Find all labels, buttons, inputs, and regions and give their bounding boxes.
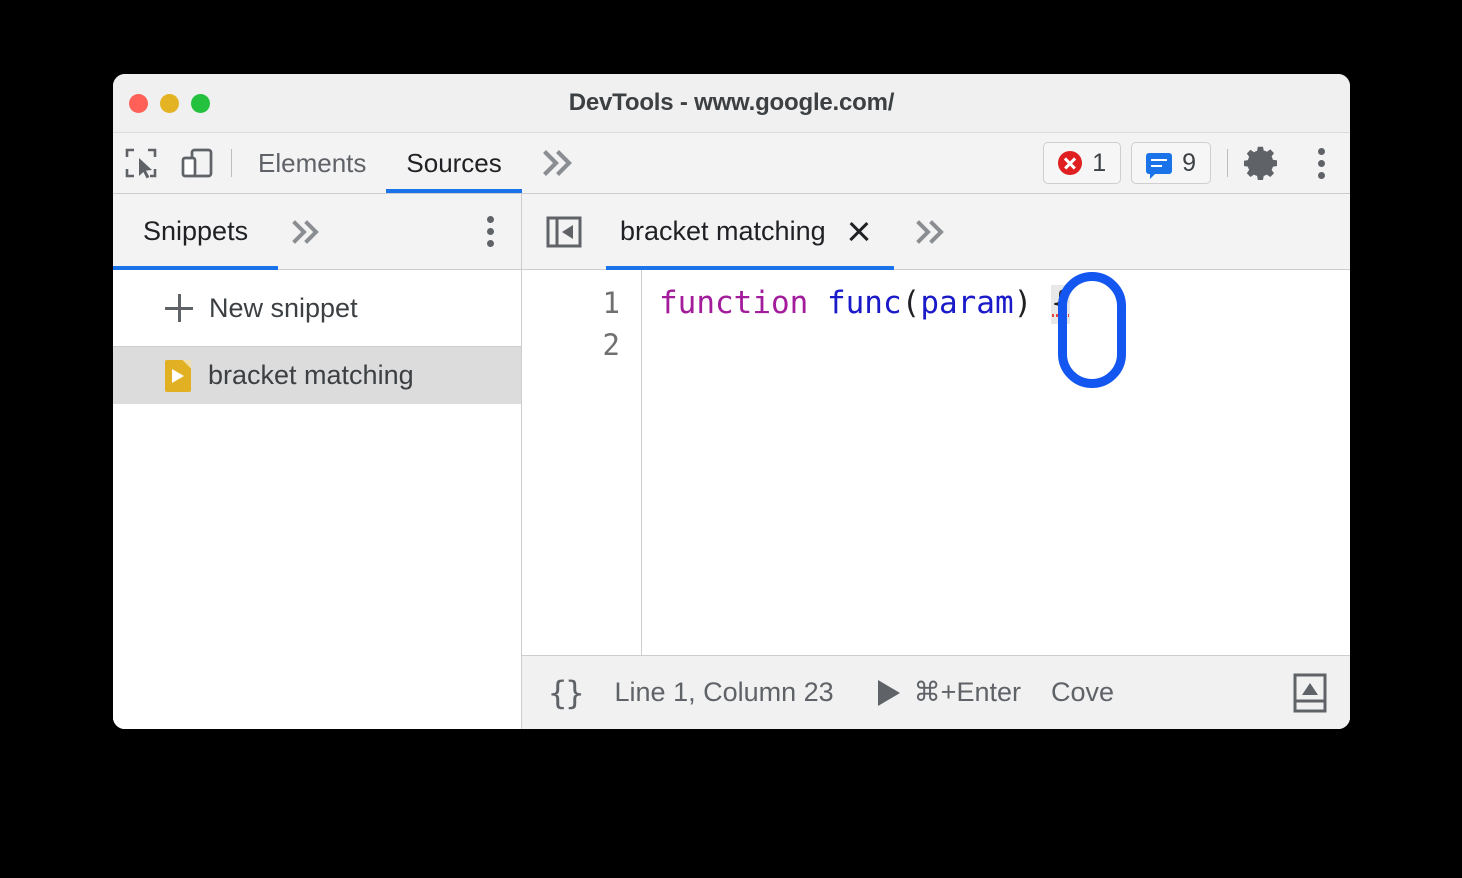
new-snippet-label: New snippet <box>209 292 358 323</box>
settings-button[interactable] <box>1234 133 1292 193</box>
message-count: 9 <box>1182 148 1196 177</box>
pretty-print-button[interactable]: {} <box>548 674 585 712</box>
editor-tabs-overflow-button[interactable] <box>894 218 970 246</box>
drawer-toggle-button[interactable] <box>1284 667 1336 719</box>
sidebar-overflow-button[interactable] <box>278 218 336 246</box>
code-content[interactable]: function func(param) { <box>642 270 1350 655</box>
inspect-element-icon <box>125 148 157 179</box>
device-toolbar-button[interactable] <box>169 133 225 193</box>
tab-elements[interactable]: Elements <box>238 133 386 193</box>
device-toolbar-icon <box>181 148 213 178</box>
chevron-double-right-icon <box>292 219 319 244</box>
title-bar: DevTools - www.google.com/ <box>113 74 1350 133</box>
error-icon <box>1058 151 1083 175</box>
code-token-paren-close: ) <box>1013 285 1033 321</box>
inspect-element-button[interactable] <box>113 133 169 193</box>
run-shortcut-label: ⌘+Enter <box>913 677 1021 707</box>
play-icon[interactable] <box>877 679 900 706</box>
code-token-param: param <box>920 285 1014 321</box>
editor-tab-bar: bracket matching <box>522 194 1350 270</box>
sidebar-empty-area <box>113 404 521 729</box>
line-number-gutter: 1 2 <box>522 270 642 655</box>
editor-tab-label: bracket matching <box>620 216 826 246</box>
devtools-window: DevTools - www.google.com/ Elements Sour… <box>113 74 1350 729</box>
tab-sources-label: Sources <box>406 147 502 178</box>
line-number: 1 <box>602 286 620 320</box>
cursor-position-label: Line 1, Column 23 <box>614 677 834 707</box>
coverage-label[interactable]: Cove <box>1051 677 1114 708</box>
editor-column: bracket matching 1 2 function func(param… <box>522 194 1350 729</box>
screenshot-stage: DevTools - www.google.com/ Elements Sour… <box>0 0 1462 878</box>
error-count-badge[interactable]: 1 <box>1043 142 1122 184</box>
snippet-file-icon <box>165 359 191 392</box>
collapse-sidebar-button[interactable] <box>522 212 606 252</box>
window-controls <box>113 93 210 113</box>
sidebar-item-bracket-matching[interactable]: bracket matching <box>113 347 521 404</box>
sidebar-menu-button[interactable] <box>459 216 521 247</box>
code-token-paren-open: ( <box>901 285 921 321</box>
error-count: 1 <box>1092 148 1107 177</box>
editor-status-bar: {} Line 1, Column 23 ⌘+Enter Cove <box>522 655 1350 729</box>
chevron-double-right-icon <box>915 219 944 244</box>
toolbar-overflow-button[interactable] <box>522 133 596 193</box>
editor-tab-bracket-matching[interactable]: bracket matching <box>606 194 894 270</box>
line-number: 2 <box>602 328 620 362</box>
toolbar-divider-right <box>1227 149 1228 177</box>
kebab-menu-icon <box>1317 147 1325 179</box>
sidebar-tab-snippets-label: Snippets <box>143 216 249 246</box>
code-token-keyword: function <box>659 285 809 321</box>
tab-elements-label: Elements <box>258 147 367 178</box>
close-icon[interactable] <box>848 221 870 243</box>
plus-icon <box>165 294 193 322</box>
code-line-1: function func(param) { <box>659 282 1350 324</box>
collapse-sidebar-icon <box>546 216 582 247</box>
message-icon <box>1146 152 1173 179</box>
close-window-button[interactable] <box>129 93 148 113</box>
toolbar-divider <box>231 149 232 177</box>
minimize-window-button[interactable] <box>160 93 179 113</box>
tab-sources[interactable]: Sources <box>386 133 523 193</box>
maximize-window-button[interactable] <box>191 93 210 113</box>
kebab-menu-icon <box>486 216 494 247</box>
new-snippet-button[interactable]: New snippet <box>113 270 521 347</box>
window-title: DevTools - www.google.com/ <box>568 89 895 116</box>
message-count-badge[interactable]: 9 <box>1131 142 1211 184</box>
gear-icon <box>1244 146 1277 180</box>
more-options-button[interactable] <box>1292 133 1350 193</box>
code-token-function: func <box>826 285 902 321</box>
sidebar-item-label: bracket matching <box>208 360 414 390</box>
sidebar-header: Snippets <box>113 194 521 270</box>
drawer-toggle-icon <box>1293 673 1327 712</box>
main-toolbar: Elements Sources 1 9 <box>113 133 1350 194</box>
chevron-double-right-icon <box>542 150 572 176</box>
code-token-open-brace: { <box>1050 285 1070 324</box>
code-editor[interactable]: 1 2 function func(param) { <box>522 270 1350 655</box>
sidebar-tab-snippets[interactable]: Snippets <box>113 194 279 270</box>
code-token-space-2 <box>1032 285 1051 321</box>
snippets-sidebar: Snippets New snippet bracket matching <box>113 194 522 729</box>
panel-split: Snippets New snippet bracket matching br… <box>113 194 1350 729</box>
